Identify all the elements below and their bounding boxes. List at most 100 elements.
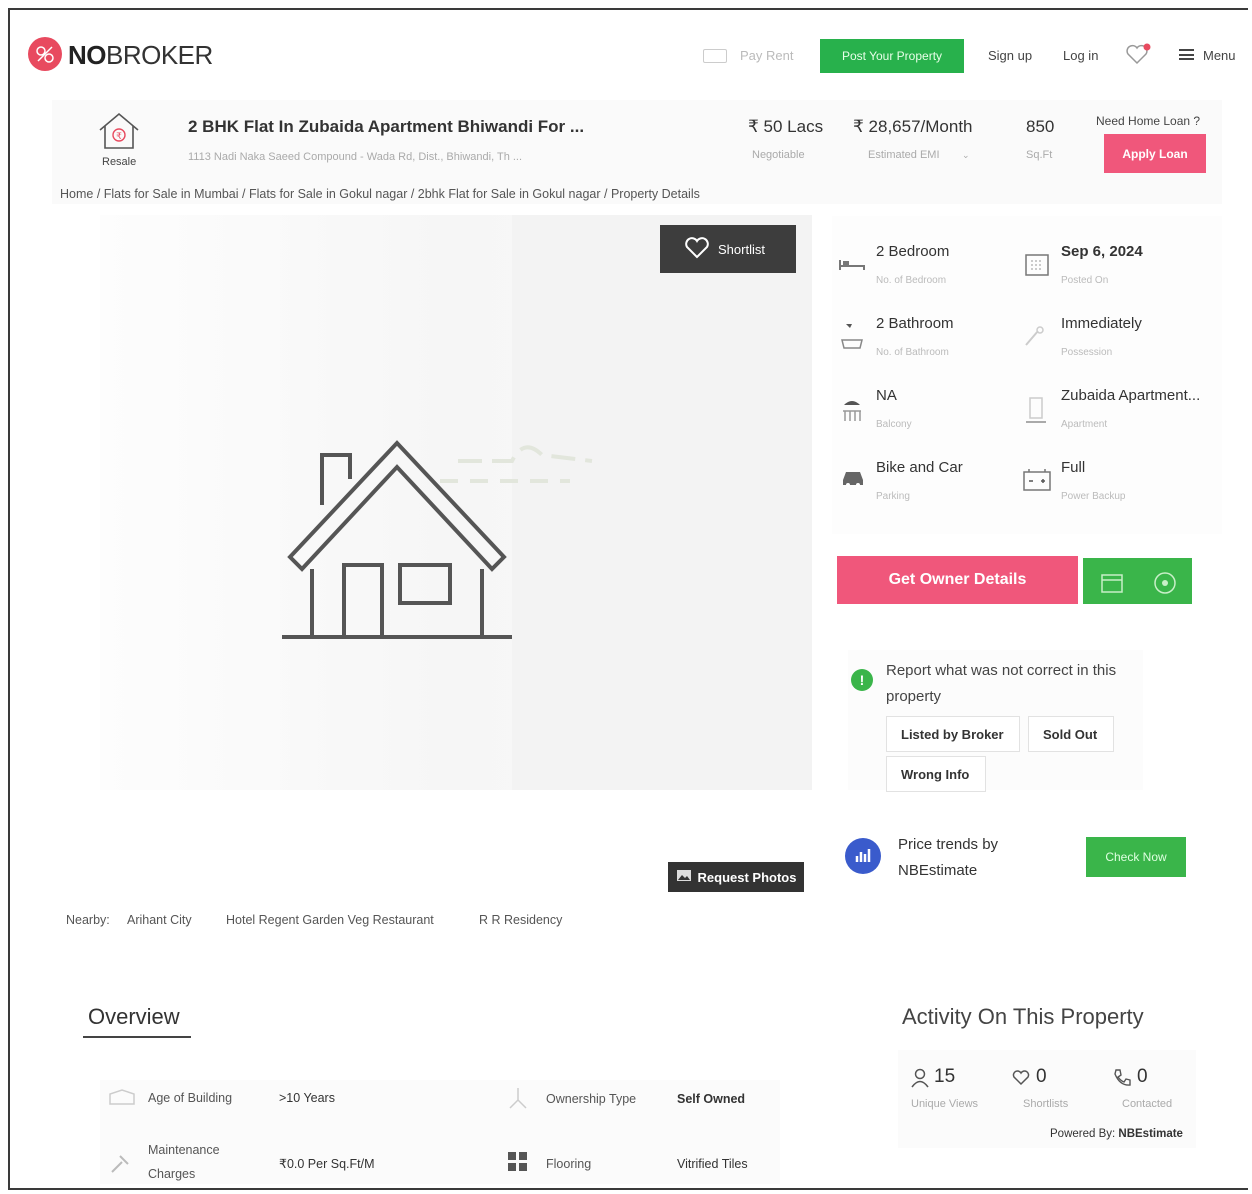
bed-icon [838, 254, 865, 276]
detail-possession-label: Possession [1061, 347, 1113, 358]
overview-title[interactable]: Overview [88, 1004, 180, 1030]
report-chip-wrong-info[interactable]: Wrong Info [886, 756, 986, 792]
report-chip-broker[interactable]: Listed by Broker [886, 716, 1020, 752]
heart-outline-icon [1012, 1070, 1030, 1091]
shortlists-count: 0 [1036, 1066, 1047, 1087]
report-text: Report what was not correct in this prop… [886, 662, 1117, 705]
calendar-icon [1024, 251, 1050, 276]
emi-note[interactable]: Estimated EMI [868, 149, 940, 161]
shortlist-heart-icon[interactable] [1124, 42, 1152, 71]
nearby-label: Nearby: [66, 913, 110, 927]
contacted-label: Contacted [1122, 1098, 1173, 1110]
overview-key: Flooring [546, 1157, 592, 1171]
sign-up-link[interactable]: Sign up [988, 48, 1032, 63]
detail-possession-value: Immediately [1061, 315, 1142, 332]
unique-views-label: Unique Views [911, 1098, 979, 1110]
overview-key-line2: Charges [148, 1167, 196, 1181]
overview-key: Maintenance [148, 1143, 220, 1157]
flooring-icon [508, 1152, 528, 1177]
menu-icon[interactable] [1179, 49, 1194, 60]
detail-bedroom-value: 2 Bedroom [876, 243, 950, 260]
powered-by: Powered By: NBEstimate [1050, 1128, 1183, 1140]
property-address: 1113 Nadi Naka Saeed Compound - Wada Rd,… [188, 151, 523, 163]
contacted-count: 0 [1137, 1066, 1148, 1087]
request-photos-label: Request Photos [697, 869, 797, 885]
request-photos-button[interactable]: Request Photos [668, 862, 804, 892]
detail-bathroom-label: No. of Bathroom [876, 347, 949, 358]
detail-bathroom-value: 2 Bathroom [876, 315, 954, 332]
overview-value: ₹0.0 Per Sq.Ft/M [279, 1157, 375, 1171]
detail-balcony-label: Balcony [876, 419, 912, 430]
logo-text[interactable]: NOBROKER [68, 40, 213, 71]
building-age-icon [108, 1088, 136, 1111]
pay-rent-icon [703, 49, 727, 63]
image-icon [676, 869, 692, 885]
detail-apartment-label: Apartment [1061, 419, 1108, 430]
property-title: 2 BHK Flat In Zubaida Apartment Bhiwandi… [188, 117, 585, 136]
apply-loan-button[interactable]: Apply Loan [1104, 134, 1206, 173]
shortlist-button[interactable]: Shortlist [660, 225, 796, 273]
trend-chart-icon [845, 838, 881, 874]
check-now-button[interactable]: Check Now [1086, 837, 1186, 877]
calendar-button-icon[interactable] [1100, 572, 1124, 599]
emi-value: ₹ 28,657/Month [853, 117, 973, 136]
user-icon [910, 1068, 930, 1093]
key-icon [1022, 325, 1048, 347]
post-property-button[interactable]: Post Your Property [820, 39, 964, 73]
home-loan-question: Need Home Loan ? [1096, 114, 1201, 128]
shortlist-label: Shortlist [718, 241, 765, 257]
report-chip-sold-out[interactable]: Sold Out [1028, 716, 1114, 752]
overview-underline [83, 1036, 191, 1038]
activity-title: Activity On This Property [902, 1004, 1144, 1029]
powered-by-name: NBEstimate [1118, 1128, 1183, 1140]
log-in-link[interactable]: Log in [1063, 48, 1098, 63]
detail-bedroom-label: No. of Bedroom [876, 275, 947, 286]
nearby-place[interactable]: R R Residency [479, 913, 562, 927]
house-placeholder-icon [280, 435, 600, 650]
chat-button-icon[interactable] [1152, 570, 1178, 601]
breadcrumb[interactable]: Home / Flats for Sale in Mumbai / Flats … [60, 187, 700, 201]
balcony-icon [840, 395, 866, 421]
svg-text:₹: ₹ [116, 132, 122, 142]
area-value: 850 [1026, 117, 1055, 136]
ownership-icon [506, 1086, 530, 1115]
chevron-down-icon[interactable]: ⌄ [962, 150, 970, 161]
shortlists-label: Shortlists [1023, 1098, 1069, 1110]
pay-rent-link[interactable]: Pay Rent [740, 48, 793, 63]
detail-balcony-value: NA [876, 387, 897, 404]
heart-icon [684, 236, 710, 262]
overview-value: Vitrified Tiles [677, 1157, 748, 1171]
detail-parking-label: Parking [876, 491, 910, 502]
price-note: Negotiable [752, 149, 805, 161]
price-trends-line2: NBEstimate [898, 862, 978, 879]
maintenance-icon [108, 1152, 132, 1181]
overview-value: Self Owned [677, 1092, 746, 1106]
nearby-place[interactable]: Hotel Regent Garden Veg Restaurant [226, 913, 434, 927]
unique-views-count: 15 [934, 1066, 956, 1087]
detail-parking-value: Bike and Car [876, 459, 963, 476]
powered-by-label: Powered By: [1050, 1128, 1116, 1140]
price-trends-text: Price trends by NBEstimate [898, 832, 998, 884]
resale-house-icon: ₹ [96, 110, 142, 157]
resale-tag: Resale [102, 156, 137, 168]
phone-icon [1112, 1068, 1132, 1093]
detail-apartment-value: Zubaida Apartment... [1061, 387, 1201, 404]
detail-posted-label: Posted On [1061, 275, 1109, 286]
detail-posted-value: Sep 6, 2024 [1061, 243, 1143, 260]
price-value: ₹ 50 Lacs [748, 117, 824, 136]
overview-key: Ownership Type [546, 1092, 637, 1106]
alert-icon: ! [851, 669, 873, 691]
overview-value: >10 Years [279, 1091, 335, 1105]
price-trends-line1: Price trends by [898, 836, 999, 853]
area-unit: Sq.Ft [1026, 149, 1053, 161]
car-icon [840, 468, 866, 490]
get-owner-details-button[interactable]: Get Owner Details [837, 556, 1078, 604]
battery-icon [1022, 466, 1051, 491]
bath-icon [840, 320, 866, 349]
nearby-place[interactable]: Arihant City [127, 913, 192, 927]
logo-icon[interactable] [28, 37, 62, 71]
building-icon [1026, 394, 1052, 423]
menu-link[interactable]: Menu [1203, 48, 1236, 63]
overview-key: Age of Building [148, 1091, 233, 1105]
detail-power-label: Power Backup [1061, 491, 1126, 502]
